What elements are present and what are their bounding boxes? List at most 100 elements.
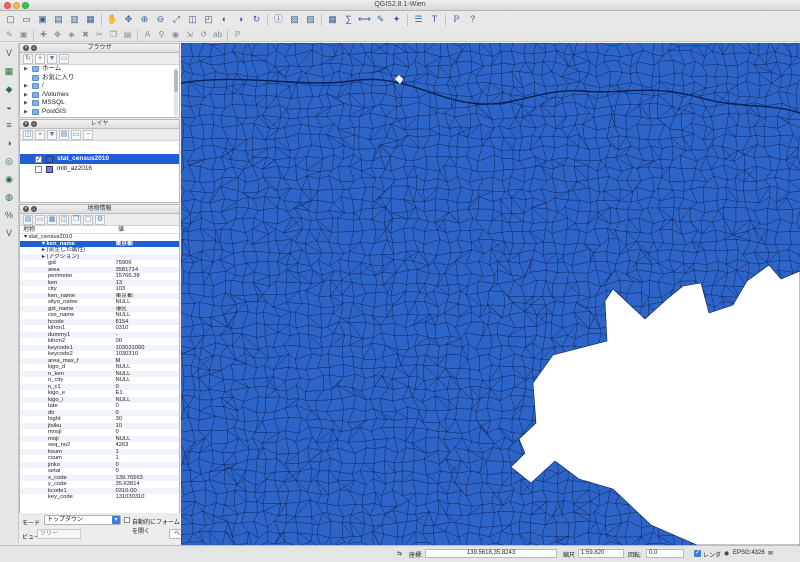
expand-all-icon[interactable]: ▤ [59,130,69,140]
expand-new-icon[interactable]: ▦ [47,215,57,225]
pan-icon[interactable]: ✋ [106,13,119,26]
field-calculator-icon[interactable]: ∑ [342,13,355,26]
filter-icon[interactable]: ▼ [47,54,57,64]
copy-feature-icon[interactable]: ❐ [71,215,81,225]
messages-icon[interactable]: ✉ [768,550,773,557]
layer-item[interactable]: ✓ stat_census2010 [20,154,179,164]
add-feature-icon[interactable]: ✚ [38,29,49,40]
identify-icon[interactable]: ⓘ [272,13,285,26]
panel-close-icon[interactable]: × [23,45,29,51]
expand-arrow-icon[interactable]: ▶ [24,65,29,74]
label-show-icon[interactable]: ◉ [170,29,181,40]
browser-scrollbar[interactable] [174,68,178,116]
coordinate-toggle-icon[interactable]: ⇆ [397,550,402,557]
python-icon[interactable]: ℙ [232,29,243,40]
cut-icon[interactable]: ✂ [94,29,105,40]
coordinate-field[interactable]: 139.5618,35.8243 [425,549,557,558]
identify-row[interactable]: key_code 131030310 [20,494,179,501]
move-feature-icon[interactable]: ✥ [52,29,63,40]
auto-open-form-checkbox[interactable] [124,517,130,523]
composer-manager-icon[interactable]: ▦ [84,13,97,26]
add-postgis-layer-icon[interactable]: ◆ [2,82,16,96]
expand-arrow-icon[interactable]: ▶ [24,108,29,117]
save-project-icon[interactable]: ▣ [36,13,49,26]
label-move-icon[interactable]: ⇲ [184,29,195,40]
settings-icon[interactable]: ⚙ [95,215,105,225]
label-rotate-icon[interactable]: ↺ [198,29,209,40]
filter-legend-icon[interactable]: ▼ [47,130,57,140]
add-wcs-layer-icon[interactable]: ◉ [2,172,16,186]
crs-label[interactable]: EPSG:4326 [733,550,765,556]
expand-tree-icon[interactable]: ▤ [23,215,33,225]
panel-float-icon[interactable]: ⌂ [31,45,37,51]
measure-icon[interactable]: ⟷ [358,13,371,26]
label-icon[interactable]: A [142,29,153,40]
zoom-next-icon[interactable]: ◑ [234,13,247,26]
view-select[interactable]: ツリー [37,529,81,539]
panel-float-icon[interactable]: ⌂ [31,121,37,127]
add-vector-layer-icon[interactable]: V [2,46,16,60]
zoom-out-icon[interactable]: ⊖ [154,13,167,26]
select-icon[interactable]: ▧ [288,13,301,26]
copy-icon[interactable]: ❐ [108,29,119,40]
render-checkbox[interactable]: ✓ [694,550,701,557]
expand-arrow-icon[interactable]: ▶ [24,82,29,91]
mode-select[interactable]: トップダウン [44,515,121,525]
pan-to-selection-icon[interactable]: ✥ [122,13,135,26]
browser-item[interactable]: お気に入り [20,74,179,83]
clear-results-icon[interactable]: ◫ [59,215,69,225]
expand-arrow-icon[interactable]: ▶ [24,99,29,108]
layer-visibility-checkbox[interactable]: ✓ [35,155,42,163]
zoom-layer-icon[interactable]: ◫ [186,13,199,26]
layer-style-icon[interactable]: ◫ [23,130,33,140]
label-pin-icon[interactable]: ⚲ [156,29,167,40]
new-project-icon[interactable]: ▢ [4,13,17,26]
deselect-icon[interactable]: ▨ [304,13,317,26]
show-bookmarks-icon[interactable]: ☰ [412,13,425,26]
map-canvas[interactable] [181,43,800,545]
attribute-table-icon[interactable]: ▦ [326,13,339,26]
python-console-icon[interactable]: ℙ [450,13,463,26]
add-mssql-layer-icon[interactable]: ≡ [2,118,16,132]
map-tips-icon[interactable]: ✎ [374,13,387,26]
refresh-icon[interactable]: ↻ [250,13,263,26]
collapse-tree-icon[interactable]: ▭ [35,215,45,225]
save-as-icon[interactable]: ▤ [52,13,65,26]
collapse-all-icon[interactable]: ▭ [59,54,69,64]
browser-item[interactable]: ▶ PostGIS [20,108,179,117]
new-bookmark-icon[interactable]: ✦ [390,13,403,26]
print-composer-icon[interactable]: ▥ [68,13,81,26]
zoom-in-icon[interactable]: ⊕ [138,13,151,26]
layer-visibility-checkbox[interactable] [35,165,42,173]
remove-layer-icon[interactable]: − [83,130,93,140]
browser-item[interactable]: ▶ / [20,82,179,91]
save-edits-icon[interactable]: ▣ [18,29,29,40]
panel-close-icon[interactable]: × [23,121,29,127]
add-wfs-layer-icon[interactable]: ◍ [2,190,16,204]
browser-item[interactable]: ▶ MSSQL [20,99,179,108]
add-layer-icon[interactable]: + [35,54,45,64]
collapse-all-icon[interactable]: ▭ [71,130,81,140]
panel-float-icon[interactable]: ⌂ [31,206,37,212]
label-change-icon[interactable]: ab [212,29,223,40]
edit-pencil-icon[interactable]: ✎ [4,29,15,40]
zoom-last-icon[interactable]: ◐ [218,13,231,26]
open-project-icon[interactable]: ▭ [20,13,33,26]
panel-close-icon[interactable]: × [23,206,29,212]
zoom-full-icon[interactable]: ⤢ [170,13,183,26]
add-raster-layer-icon[interactable]: ▦ [2,64,16,78]
add-wms-layer-icon[interactable]: ◎ [2,154,16,168]
paste-icon[interactable]: ▤ [122,29,133,40]
whats-this-icon[interactable]: ? [466,13,479,26]
scale-field[interactable]: 1:59,820 [578,549,624,558]
text-annotation-icon[interactable]: T [428,13,441,26]
browser-item[interactable]: ▶ ホーム [20,65,179,74]
add-spatialite-layer-icon[interactable]: ◒ [2,100,16,114]
delete-selected-icon[interactable]: ✖ [80,29,91,40]
crs-icon[interactable]: ◉ [724,550,729,557]
add-group-icon[interactable]: + [35,130,45,140]
add-delimited-text-icon[interactable]: % [2,208,16,222]
browser-item[interactable]: ▶ /Volumes [20,91,179,100]
refresh-icon[interactable]: ↻ [23,54,33,64]
node-tool-icon[interactable]: ◈ [66,29,77,40]
